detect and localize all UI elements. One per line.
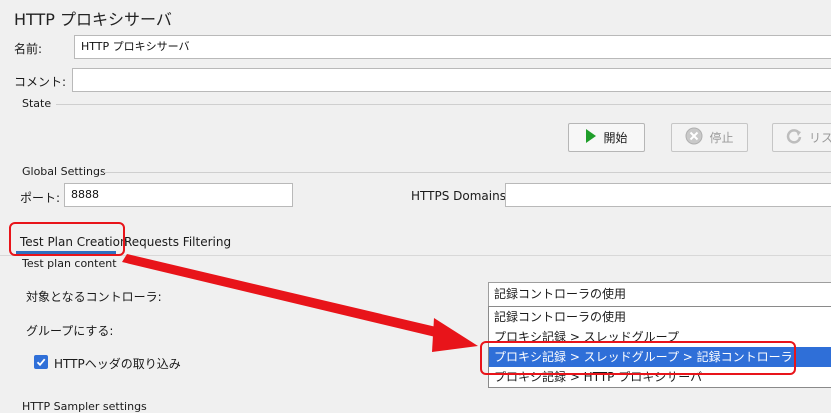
annotation-arrow xyxy=(122,254,478,352)
